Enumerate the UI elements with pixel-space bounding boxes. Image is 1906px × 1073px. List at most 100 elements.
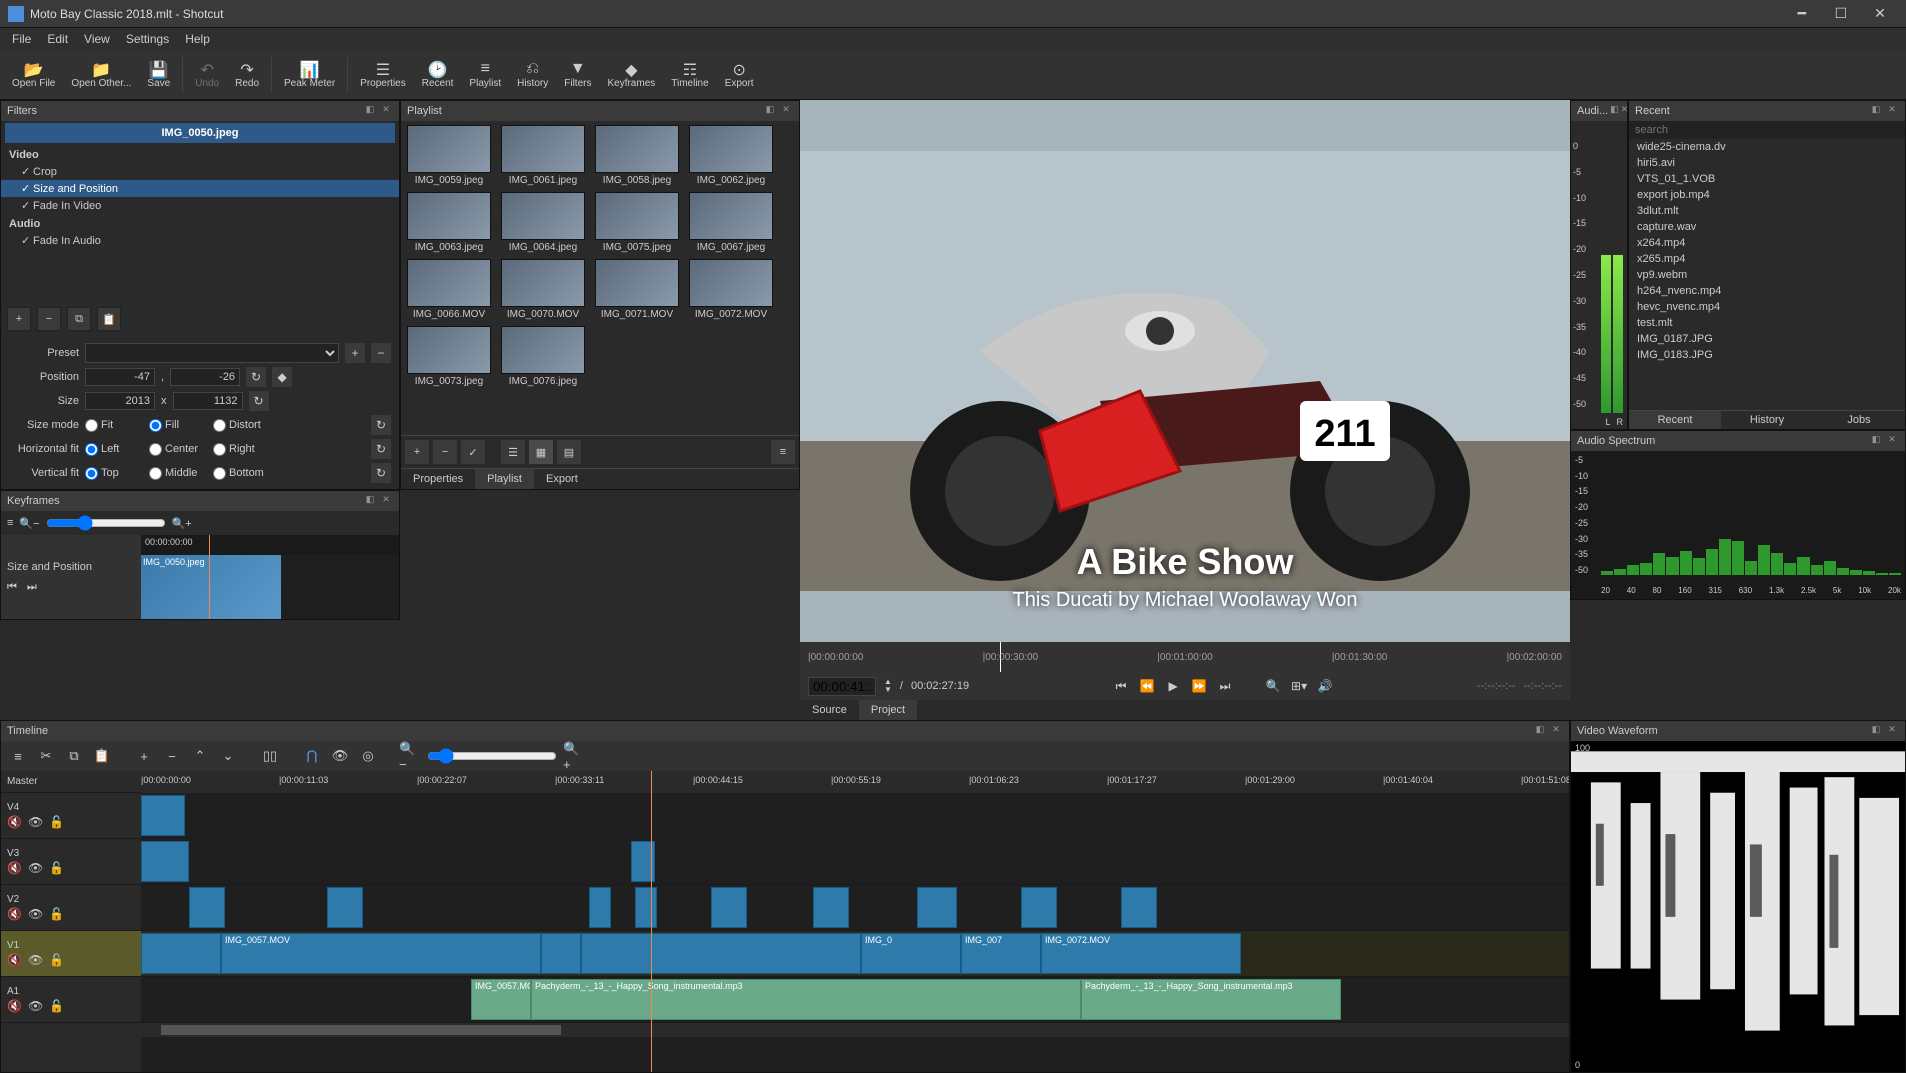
tl-remove-icon[interactable]: − — [161, 745, 183, 767]
playlist-item[interactable]: IMG_0061.jpeg — [499, 125, 587, 186]
tl-track-v4[interactable] — [141, 793, 1569, 839]
tl-scrub-icon[interactable]: 👁 — [329, 745, 351, 767]
position-reset-icon[interactable]: ↻ — [246, 367, 266, 387]
size-mode-option[interactable]: Fit — [85, 419, 145, 432]
tl-append-icon[interactable]: + — [133, 745, 155, 767]
tl-track-v2[interactable] — [141, 885, 1569, 931]
filter-add-button[interactable]: + — [7, 307, 31, 331]
kf-next-icon[interactable]: ⏭ — [27, 581, 37, 594]
tl-overwrite-icon[interactable]: ⌄ — [217, 745, 239, 767]
maximize-button[interactable]: ☐ — [1823, 5, 1859, 22]
filter-item[interactable]: ✓Fade In Video — [1, 197, 399, 214]
pl-view-grid-icon[interactable]: ▦ — [529, 440, 553, 464]
hfit-option[interactable]: Right — [213, 443, 273, 456]
toolbar-undo-button[interactable]: ↶Undo — [187, 58, 227, 91]
eye-icon[interactable]: 👁 — [28, 815, 43, 829]
tl-track-v3[interactable] — [141, 839, 1569, 885]
position-y-input[interactable] — [170, 368, 240, 386]
panel-undock-icon[interactable]: ◧ — [363, 494, 377, 508]
volume-icon[interactable]: 🔊 — [1316, 679, 1334, 693]
toolbar-properties-button[interactable]: ☰Properties — [352, 58, 414, 91]
playlist-item[interactable]: IMG_0070.MOV — [499, 259, 587, 320]
preview-tab[interactable]: Project — [859, 700, 917, 720]
close-button[interactable]: ✕ — [1862, 5, 1898, 22]
tl-zoom-slider[interactable] — [427, 748, 557, 764]
recent-item[interactable]: IMG_0187.JPG — [1629, 331, 1905, 347]
recent-item[interactable]: IMG_0183.JPG — [1629, 347, 1905, 363]
toolbar-timeline-button[interactable]: ☶Timeline — [663, 58, 716, 91]
menu-settings[interactable]: Settings — [118, 30, 177, 48]
toolbar-open-other--button[interactable]: 📁Open Other... — [63, 58, 139, 91]
playlist-item[interactable]: IMG_0066.MOV — [405, 259, 493, 320]
tl-zoom-in-icon[interactable]: 🔍+ — [563, 745, 585, 767]
zoom-icon[interactable]: 🔍 — [1264, 679, 1282, 693]
eye-icon[interactable]: 👁 — [28, 953, 43, 967]
lock-icon[interactable]: 🔓 — [49, 907, 64, 921]
track-head-a1[interactable]: A1🔇👁🔓 — [1, 977, 141, 1023]
pl-add-button[interactable]: + — [405, 440, 429, 464]
size-mode-option[interactable]: Fill — [149, 419, 209, 432]
playlist-item[interactable]: IMG_0075.jpeg — [593, 192, 681, 253]
toolbar-redo-button[interactable]: ↷Redo — [227, 58, 267, 91]
playlist-item[interactable]: IMG_0058.jpeg — [593, 125, 681, 186]
tl-track-v1[interactable]: IMG_0057.MOV IMG_0 IMG_007 IMG_0072.MOV — [141, 931, 1569, 977]
panel-close-icon[interactable]: ✕ — [379, 494, 393, 508]
recent-search-input[interactable] — [1629, 121, 1905, 139]
tl-split-icon[interactable]: ▯▯ — [259, 745, 281, 767]
preset-remove-button[interactable]: − — [371, 343, 391, 363]
preview-tab[interactable]: Source — [800, 700, 859, 720]
filter-paste-button[interactable]: 📋 — [97, 307, 121, 331]
mute-icon[interactable]: 🔇 — [7, 815, 22, 829]
toolbar-filters-button[interactable]: ▼Filters — [556, 58, 599, 91]
size-h-input[interactable] — [173, 392, 243, 410]
zoom-in-icon[interactable]: 🔍+ — [172, 517, 192, 530]
menu-view[interactable]: View — [76, 30, 118, 48]
playlist-item[interactable]: IMG_0059.jpeg — [405, 125, 493, 186]
mute-icon[interactable]: 🔇 — [7, 999, 22, 1013]
filter-item[interactable]: ✓Fade In Audio — [1, 232, 399, 249]
rewind-icon[interactable]: ⏪ — [1138, 679, 1156, 693]
filter-item[interactable]: ✓Size and Position — [1, 180, 399, 197]
play-icon[interactable]: ▶ — [1164, 679, 1182, 693]
lock-icon[interactable]: 🔓 — [49, 953, 64, 967]
panel-close-icon[interactable]: ✕ — [779, 104, 793, 118]
minimize-button[interactable]: ━ — [1784, 5, 1820, 22]
kf-menu-button[interactable]: ≡ — [7, 517, 13, 529]
mute-icon[interactable]: 🔇 — [7, 907, 22, 921]
panel-undock-icon[interactable]: ◧ — [763, 104, 777, 118]
recent-tab[interactable]: Recent — [1629, 411, 1721, 429]
panel-undock-icon[interactable]: ◧ — [1869, 104, 1883, 118]
recent-item[interactable]: x265.mp4 — [1629, 251, 1905, 267]
lock-icon[interactable]: 🔓 — [49, 815, 64, 829]
skip-start-icon[interactable]: ⏮ — [1112, 679, 1130, 694]
lock-icon[interactable]: 🔓 — [49, 861, 64, 875]
hfit-reset-icon[interactable]: ↻ — [371, 439, 391, 459]
timeline-playhead[interactable] — [651, 771, 652, 1072]
tl-track-a1[interactable]: IMG_0057.MO Pachyderm_-_13_-_Happy_Song_… — [141, 977, 1569, 1023]
recent-item[interactable]: wide25-cinema.dv — [1629, 139, 1905, 155]
kf-zoom-slider[interactable] — [46, 515, 166, 531]
grid-icon[interactable]: ⊞▾ — [1290, 679, 1308, 693]
fast-forward-icon[interactable]: ⏩ — [1190, 679, 1208, 693]
position-x-input[interactable] — [85, 368, 155, 386]
size-reset-icon[interactable]: ↻ — [249, 391, 269, 411]
vfit-reset-icon[interactable]: ↻ — [371, 463, 391, 483]
tl-cut-icon[interactable]: ✂ — [35, 745, 57, 767]
hfit-option[interactable]: Left — [85, 443, 145, 456]
pl-view-detail-icon[interactable]: ▤ — [557, 440, 581, 464]
recent-item[interactable]: test.mlt — [1629, 315, 1905, 331]
filter-copy-button[interactable]: ⧉ — [67, 307, 91, 331]
recent-item[interactable]: capture.wav — [1629, 219, 1905, 235]
playlist-item[interactable]: IMG_0062.jpeg — [687, 125, 775, 186]
menu-edit[interactable]: Edit — [39, 30, 76, 48]
toolbar-history-button[interactable]: ⎌History — [509, 58, 556, 91]
recent-item[interactable]: hevc_nvenc.mp4 — [1629, 299, 1905, 315]
playlist-tab[interactable]: Playlist — [475, 469, 534, 489]
preview-scrubber[interactable]: |00:00:00:00|00:00:30:00|00:01:00:00|00:… — [800, 642, 1570, 672]
eye-icon[interactable]: 👁 — [28, 999, 43, 1013]
position-keyframe-icon[interactable]: ◆ — [272, 367, 292, 387]
track-head-v1[interactable]: V1🔇👁🔓 — [1, 931, 141, 977]
track-head-v2[interactable]: V2🔇👁🔓 — [1, 885, 141, 931]
kf-prev-icon[interactable]: ⏮ — [7, 581, 17, 594]
tl-lift-icon[interactable]: ⌃ — [189, 745, 211, 767]
